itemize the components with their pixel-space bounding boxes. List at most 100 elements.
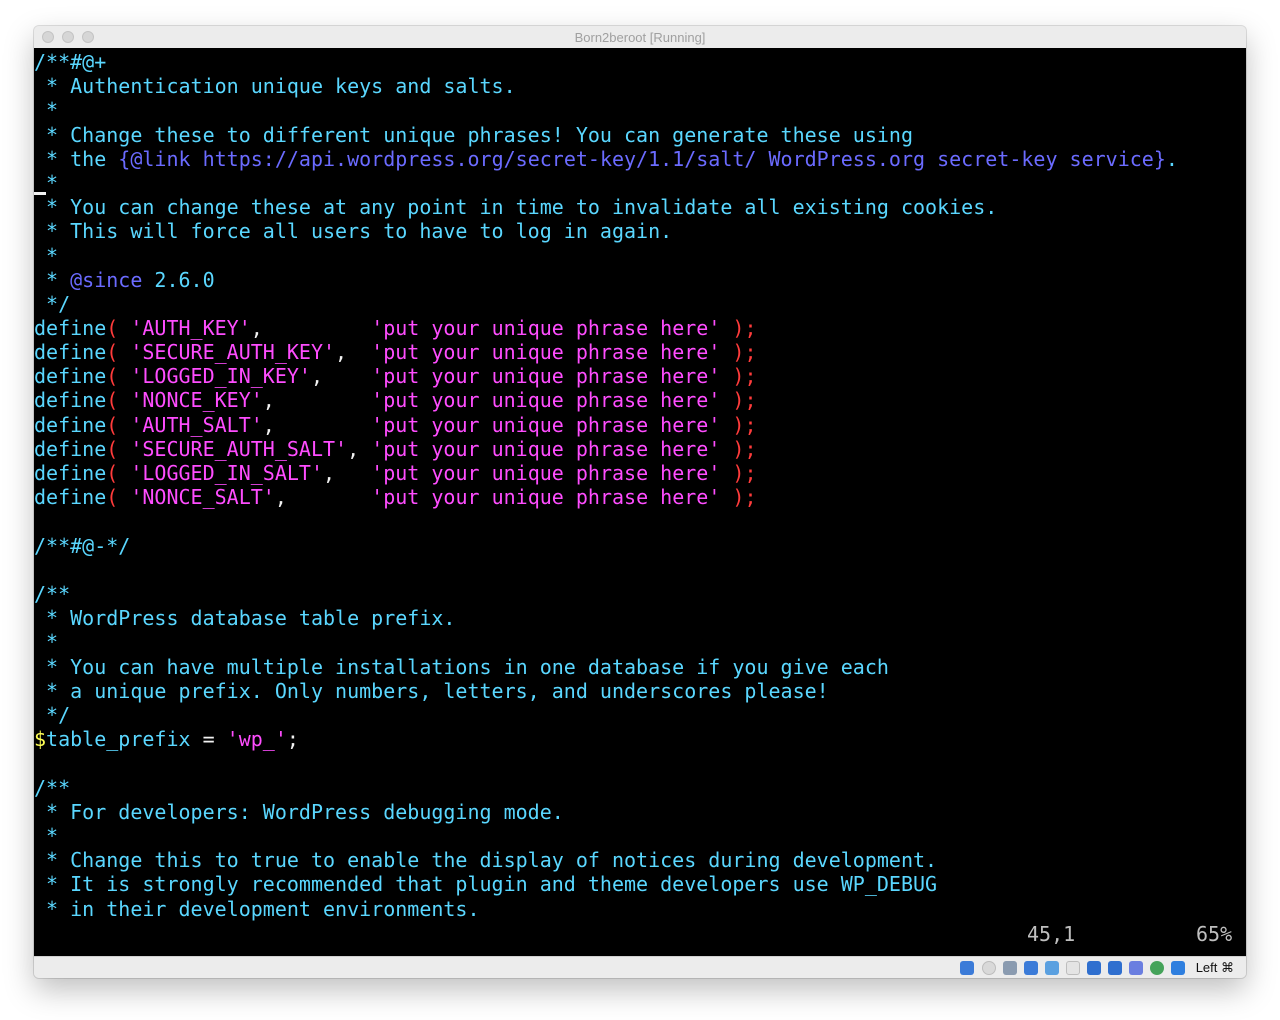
- code-line-11: */: [34, 292, 71, 316]
- open-paren: (: [106, 364, 131, 388]
- define-key: 'AUTH_KEY': [130, 316, 251, 340]
- define-line: define( 'NONCE_KEY', 'put your unique ph…: [34, 388, 757, 412]
- code-line-27: * in their development environments.: [34, 897, 480, 921]
- define-key: 'SECURE_AUTH_SALT': [130, 437, 348, 461]
- virtualbox-status-bar: Left ⌘: [34, 956, 1246, 978]
- close-paren: );: [720, 316, 757, 340]
- title-bar[interactable]: Born2beroot [Running]: [34, 26, 1246, 49]
- code-line-25: * Change this to true to enable the disp…: [34, 848, 938, 872]
- define-value: 'put your unique phrase here': [371, 364, 721, 388]
- define-line: define( 'NONCE_SALT', 'put your unique p…: [34, 485, 757, 509]
- variable-sigil: $: [34, 727, 47, 751]
- code-line-17: *: [34, 630, 59, 654]
- code-line-16: * WordPress database table prefix.: [34, 606, 456, 630]
- open-paren: (: [106, 340, 131, 364]
- recording-icon[interactable]: [1108, 961, 1122, 975]
- host-key-indicator: Left ⌘: [1195, 960, 1234, 975]
- audio-icon[interactable]: [1003, 961, 1017, 975]
- define-line: define( 'AUTH_SALT', 'put your unique ph…: [34, 413, 757, 437]
- variable-name: table_prefix: [46, 727, 191, 751]
- open-paren: (: [106, 437, 131, 461]
- comment-text: .: [1165, 147, 1178, 171]
- close-paren: );: [720, 485, 757, 509]
- comment-text: *: [46, 171, 59, 195]
- mouse-integration-icon[interactable]: [1171, 961, 1185, 975]
- define-keyword: define: [34, 485, 107, 509]
- define-keyword: define: [34, 340, 107, 364]
- separator: ,: [250, 316, 372, 340]
- code-line-19: * a unique prefix. Only numbers, letters…: [34, 679, 829, 703]
- code-line-23: * For developers: WordPress debugging mo…: [34, 800, 564, 824]
- define-key: 'NONCE_KEY': [130, 388, 263, 412]
- define-line: define( 'AUTH_KEY', 'put your unique phr…: [34, 316, 757, 340]
- code-line-7: * You can change these at any point in t…: [34, 195, 998, 219]
- hard-disk-icon[interactable]: [960, 961, 974, 975]
- define-key: 'AUTH_SALT': [130, 413, 263, 437]
- open-paren: (: [106, 461, 131, 485]
- vm-screen[interactable]: /**#@+ * Authentication unique keys and …: [34, 48, 1246, 956]
- code-line-13: /**#@-*/: [34, 534, 131, 558]
- network-icon[interactable]: [1024, 961, 1038, 975]
- open-paren: (: [106, 485, 131, 509]
- doc-since-tag: @since: [70, 268, 143, 292]
- define-value: 'put your unique phrase here': [371, 388, 721, 412]
- separator: ,: [335, 340, 372, 364]
- open-paren: (: [106, 316, 131, 340]
- code-line-5: * the {@link https://api.wordpress.org/s…: [34, 147, 1178, 171]
- define-value: 'put your unique phrase here': [371, 316, 721, 340]
- define-keyword: define: [34, 388, 107, 412]
- prefix-value: 'wp_': [226, 727, 287, 751]
- usb-icon[interactable]: [1045, 961, 1059, 975]
- open-paren: (: [106, 388, 131, 412]
- table-prefix-line: $table_prefix = 'wp_';: [34, 727, 299, 751]
- cpu-icon[interactable]: [1129, 961, 1143, 975]
- code-line-22: /**: [34, 776, 71, 800]
- close-paren: );: [720, 340, 757, 364]
- define-key: 'LOGGED_IN_SALT': [130, 461, 323, 485]
- code-line-9: *: [34, 244, 59, 268]
- define-value: 'put your unique phrase here': [371, 413, 721, 437]
- comment-text: *: [34, 268, 71, 292]
- display-icon[interactable]: [1087, 961, 1101, 975]
- define-key: 'SECURE_AUTH_KEY': [130, 340, 336, 364]
- shared-folders-icon[interactable]: [1066, 961, 1080, 975]
- code-line-10: * @since 2.6.0: [34, 268, 215, 292]
- optical-disk-icon[interactable]: [982, 961, 996, 975]
- separator: ,: [262, 388, 372, 412]
- separator: ,: [274, 485, 372, 509]
- separator: ,: [310, 364, 372, 388]
- code-line-18: * You can have multiple installations in…: [34, 655, 889, 679]
- define-line: define( 'SECURE_AUTH_KEY', 'put your uni…: [34, 340, 757, 364]
- comment-text: 2.6.0: [142, 268, 215, 292]
- define-keyword: define: [34, 413, 107, 437]
- code-line-2: * Authentication unique keys and salts.: [34, 74, 516, 98]
- define-line: define( 'LOGGED_IN_KEY', 'put your uniqu…: [34, 364, 757, 388]
- code-line-20: */: [34, 703, 71, 727]
- close-paren: );: [720, 437, 757, 461]
- guest-additions-icon[interactable]: [1150, 961, 1164, 975]
- separator: ,: [347, 437, 372, 461]
- doc-link-tag: {@link https://api.wordpress.org/secret-…: [118, 147, 1166, 171]
- define-value: 'put your unique phrase here': [371, 340, 721, 364]
- code-line-1: /**#@+: [34, 50, 107, 74]
- code-line-24: *: [34, 824, 59, 848]
- close-paren: );: [720, 388, 757, 412]
- code-line-4: * Change these to different unique phras…: [34, 123, 913, 147]
- window-title: Born2beroot [Running]: [574, 30, 706, 45]
- close-paren: );: [720, 461, 757, 485]
- define-keyword: define: [34, 364, 107, 388]
- define-line: define( 'SECURE_AUTH_SALT', 'put your un…: [34, 437, 757, 461]
- close-paren: );: [720, 413, 757, 437]
- close-paren: );: [720, 364, 757, 388]
- separator: ,: [323, 461, 372, 485]
- code-line-15: /**: [34, 582, 71, 606]
- open-paren: (: [106, 413, 131, 437]
- comment-text: * the: [34, 147, 119, 171]
- define-key: 'LOGGED_IN_KEY': [130, 364, 311, 388]
- code-line-6: *: [34, 171, 58, 195]
- define-value: 'put your unique phrase here': [371, 437, 721, 461]
- define-line: define( 'LOGGED_IN_SALT', 'put your uniq…: [34, 461, 757, 485]
- assign-operator: =: [190, 727, 227, 751]
- separator: ,: [262, 413, 372, 437]
- define-keyword: define: [34, 461, 107, 485]
